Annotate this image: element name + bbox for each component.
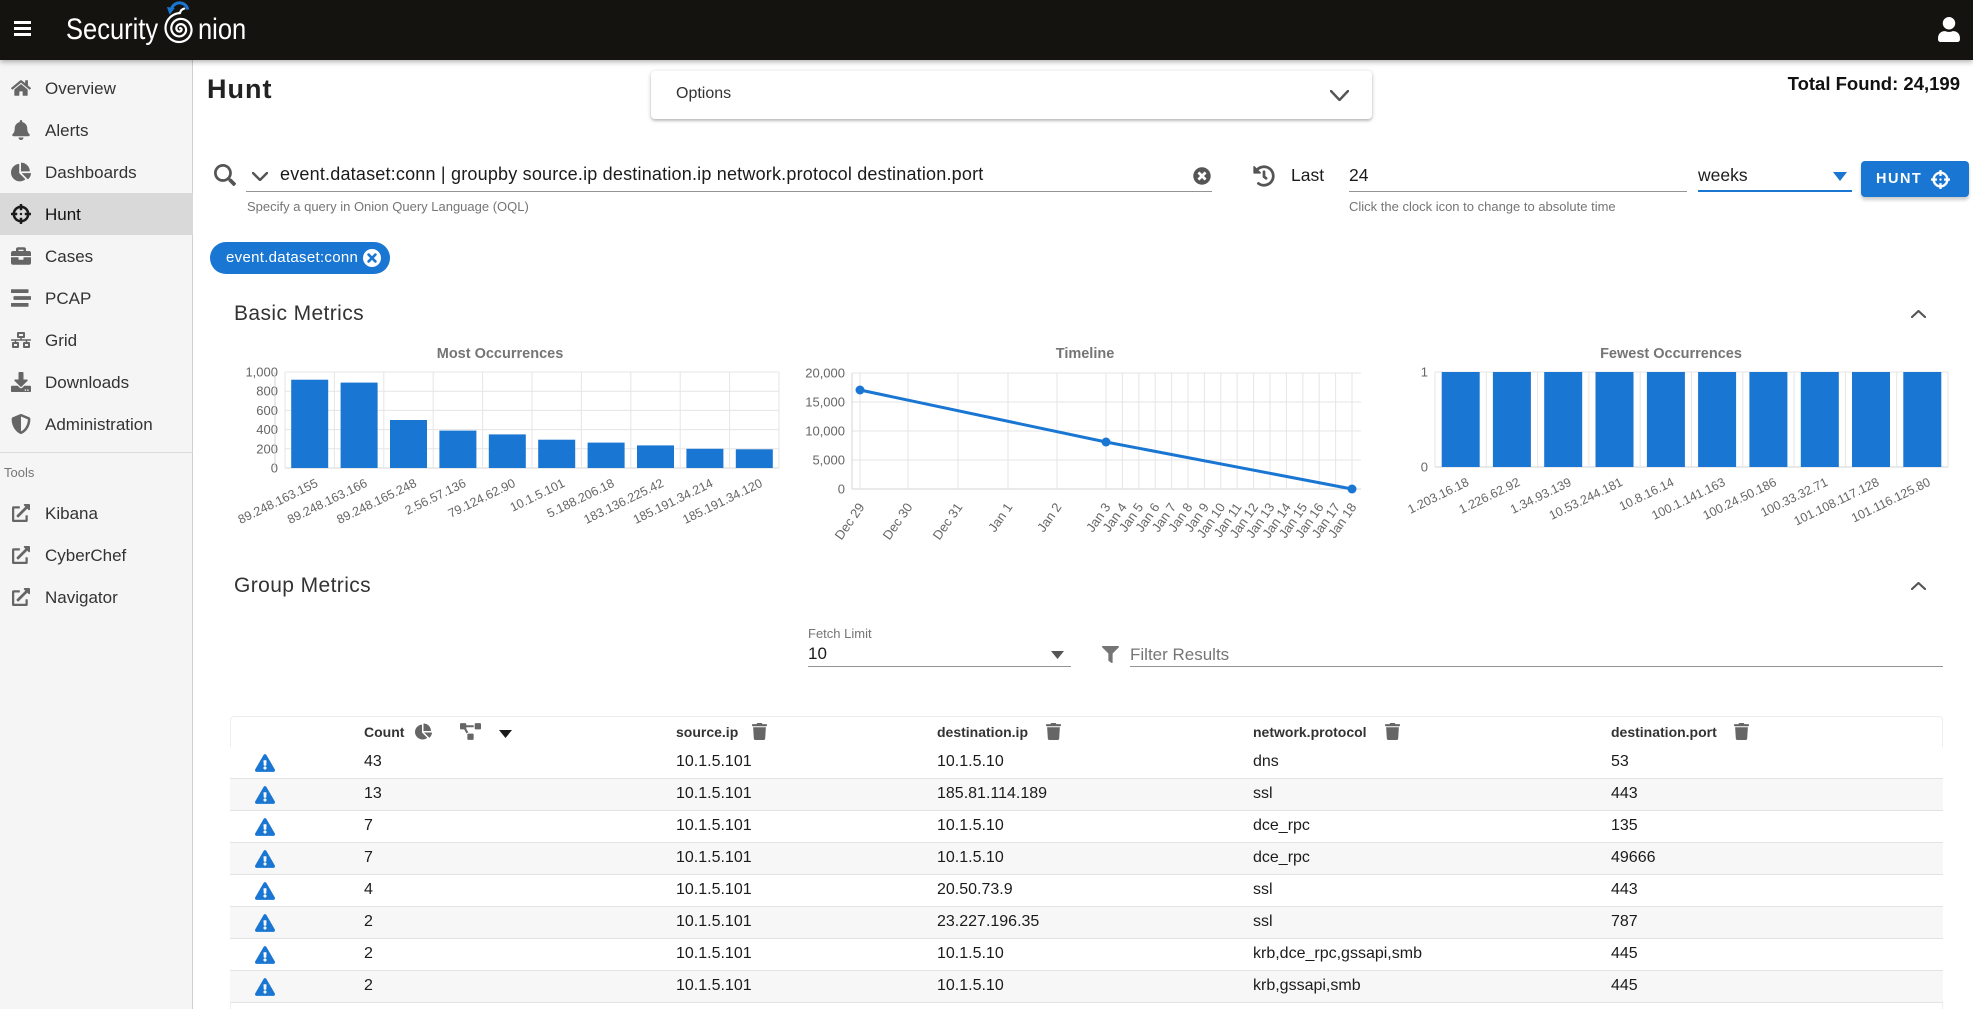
svg-text:0: 0 xyxy=(271,461,278,476)
svg-text:1: 1 xyxy=(1421,365,1428,380)
svg-text:10,000: 10,000 xyxy=(805,424,845,439)
svg-text:20,000: 20,000 xyxy=(805,366,845,381)
svg-text:5,000: 5,000 xyxy=(812,453,845,468)
svg-text:1,000: 1,000 xyxy=(245,365,278,380)
svg-text:15,000: 15,000 xyxy=(805,395,845,410)
svg-text:Timeline: Timeline xyxy=(1056,346,1115,362)
svg-text:101.108.117.128: 101.108.117.128 xyxy=(1792,475,1882,528)
svg-text:Dec 30: Dec 30 xyxy=(880,500,916,542)
svg-text:Dec 31: Dec 31 xyxy=(930,500,966,542)
svg-text:Dec 29: Dec 29 xyxy=(832,500,868,542)
svg-text:89.248.163.155: 89.248.163.155 xyxy=(236,476,320,527)
svg-text:Jan 2: Jan 2 xyxy=(1034,500,1065,535)
svg-text:0: 0 xyxy=(1421,460,1428,475)
svg-text:0: 0 xyxy=(838,482,845,497)
svg-text:Jan 1: Jan 1 xyxy=(985,500,1016,535)
svg-text:Most Occurrences: Most Occurrences xyxy=(437,346,564,362)
svg-text:Fewest Occurrences: Fewest Occurrences xyxy=(1600,346,1742,362)
